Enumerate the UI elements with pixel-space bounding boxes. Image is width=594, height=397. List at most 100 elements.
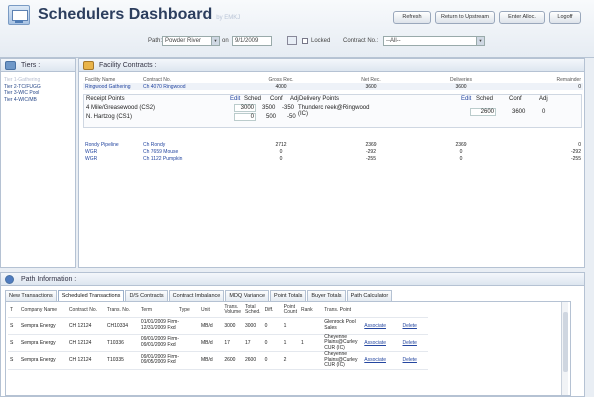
tab-buyer-totals[interactable]: Buyer Totals xyxy=(307,290,346,301)
delivery-sched-input[interactable]: 2600 xyxy=(470,108,496,116)
col-contract: Contract No. xyxy=(66,304,105,318)
receipt-sched-header: Sched xyxy=(244,96,262,102)
col-net-rec: Net Rec. xyxy=(361,76,381,83)
facility-name[interactable]: WGR xyxy=(83,155,141,162)
col-deliveries: Deliveries xyxy=(450,76,472,83)
col-contract-no: Contract No. xyxy=(143,76,172,83)
row-company: Sempra Energy xyxy=(18,334,67,352)
receipt-point-name: 4 Mile/Greasewood (CS2) xyxy=(86,105,156,111)
table-row[interactable]: Rondy Pipeline Ch Rondy 2712 2369 2369 0 xyxy=(83,141,583,148)
receipt-conf: 3500 xyxy=(262,105,276,111)
tab-scheduled-transactions[interactable]: Scheduled Transactions xyxy=(57,290,125,301)
receipt-edit-link[interactable]: Edit xyxy=(230,96,240,102)
gross-rec: 0 xyxy=(279,155,283,162)
receipt-conf: 500 xyxy=(266,114,277,120)
page-title: Schedulers Dashboard by EMKJ xyxy=(38,6,240,24)
grid-scrollbar[interactable] xyxy=(561,302,568,395)
contract-no[interactable]: Ch Rondy xyxy=(141,141,236,148)
delivery-edit-link[interactable]: Edit xyxy=(461,96,471,102)
locked-label: Locked xyxy=(311,38,331,44)
tab-point-totals[interactable]: Point Totals xyxy=(270,290,307,301)
table-row[interactable]: Ringwood Gathering Ch 4070 Ringwood 4000… xyxy=(83,83,583,90)
row-volume: 2600 xyxy=(222,351,243,370)
table-row[interactable]: S Sempra Energy CH 12124 T10335 09/01/20… xyxy=(8,351,428,370)
delivery-point-name: Thunderc reek@Ringwood (IC) xyxy=(298,105,370,117)
delete-link[interactable]: Delete xyxy=(400,334,428,352)
facility-table: Facility Name Contract No. Gross Rec. Ne… xyxy=(83,76,583,90)
row-rank xyxy=(298,317,323,335)
receipt-adj: -50 xyxy=(287,114,296,120)
app-window: Schedulers Dashboard by EMKJ Refresh Retu… xyxy=(0,0,594,397)
associate-link[interactable]: Associate xyxy=(362,317,401,335)
table-row[interactable]: S Sempra Energy CH 12124 CH10334 01/01/2… xyxy=(8,317,428,335)
chevron-down-icon: ▼ xyxy=(476,37,484,45)
tab-contract-imbalance[interactable]: Contract Imbalance xyxy=(168,290,225,301)
tiers-header: Tiers : xyxy=(1,59,75,72)
tab-new-transactions[interactable]: New Transactions xyxy=(5,290,57,301)
receipt-sched-input[interactable]: 3000 xyxy=(234,104,256,112)
table-row[interactable]: WGR Ch 7659 Mouse 0 -292 0 -292 xyxy=(83,148,583,155)
delete-link[interactable]: Delete xyxy=(400,351,428,370)
delete-link[interactable]: Delete xyxy=(400,317,428,335)
path-label: Path: xyxy=(148,38,163,44)
facility-rows-table: Rondy Pipeline Ch Rondy 2712 2369 2369 0… xyxy=(83,141,583,162)
receipt-adj: -350 xyxy=(282,105,295,111)
receipt-sched-input[interactable]: 0 xyxy=(234,113,256,121)
row-contract: CH 12124 xyxy=(66,317,105,335)
refresh-button[interactable]: Refresh xyxy=(393,11,431,24)
col-trans-no: Trans. No. xyxy=(104,304,139,318)
logoff-button[interactable]: Logoff xyxy=(549,11,581,24)
row-trans-no: T10336 xyxy=(104,334,139,352)
enter-alloc-button[interactable]: Enter Alloc. xyxy=(499,11,545,24)
row-trans-no: CH10334 xyxy=(104,317,139,335)
scrollbar-thumb[interactable] xyxy=(563,312,568,372)
row-unit: MB/d xyxy=(199,334,223,352)
table-row[interactable]: WGR Ch 1122 Pumpkin 0 -255 0 -255 xyxy=(83,155,583,162)
calendar-icon[interactable] xyxy=(287,36,297,45)
path-select[interactable]: Powder River ▼ xyxy=(162,36,220,46)
associate-link[interactable]: Associate xyxy=(362,334,401,352)
contract-select[interactable]: --All-- ▼ xyxy=(383,36,485,46)
row-trans-point: Cheyenne Plains@Curley CUR (IC) xyxy=(322,334,363,352)
col-total-sched: Total Sched. xyxy=(243,304,263,318)
path-information-panel: Path Information : New Transactions Sched… xyxy=(0,272,585,397)
table-row[interactable]: S Sempra Energy CH 12124 T10336 09/01/20… xyxy=(8,334,428,352)
contract-no[interactable]: Ch 7659 Mouse xyxy=(141,148,236,155)
row-trans-point: Glenrock Pool Sales xyxy=(322,317,363,335)
deliveries: 3600 xyxy=(455,83,467,90)
facility-header: Facility Contracts : xyxy=(79,59,584,72)
receipt-adj-header: Adj xyxy=(290,96,299,102)
facility-name[interactable]: Ringwood Gathering xyxy=(83,83,141,90)
dashboard-logo-icon xyxy=(8,5,30,25)
col-rank: Rank xyxy=(298,304,323,318)
row-sched: 3000 xyxy=(243,317,263,335)
locked-checkbox[interactable] xyxy=(302,38,308,44)
path-bar: Path: Powder River ▼ on 9/1/2009 Locked … xyxy=(0,34,594,48)
contract-select-value: --All-- xyxy=(386,38,401,44)
row-unit: MB/d xyxy=(199,351,223,370)
tiers-panel: Tiers : Tier 1-Gathering Tier 2-TC/FUGG … xyxy=(0,58,76,268)
tier-item[interactable]: Tier 4-WIC/MB xyxy=(1,97,75,104)
contract-no[interactable]: Ch 4070 Ringwood xyxy=(141,83,236,90)
row-trans-no: T10335 xyxy=(104,351,139,370)
facility-name[interactable]: WGR xyxy=(83,148,141,155)
path-info-header: Path Information : xyxy=(1,273,584,286)
contract-no[interactable]: Ch 1122 Pumpkin xyxy=(141,155,236,162)
row-type: S xyxy=(8,351,19,370)
tab-path-calculator[interactable]: Path Calculator xyxy=(346,290,393,301)
scheduled-transactions-grid: T Company Name Contract No. Trans. No. T… xyxy=(5,301,571,396)
row-company: Sempra Energy xyxy=(18,351,67,370)
col-trans-volume: Trans. Volume xyxy=(222,304,243,318)
return-upstream-button[interactable]: Return to Upstream xyxy=(435,11,495,24)
date-input[interactable]: 9/1/2009 xyxy=(232,36,272,46)
tab-mdq-variance[interactable]: MDQ Variance xyxy=(225,290,270,301)
deliveries: 2369 xyxy=(455,141,467,148)
facility-name[interactable]: Rondy Pipeline xyxy=(83,141,141,148)
row-count: 1 xyxy=(281,317,299,335)
net-rec: -292 xyxy=(365,148,376,155)
col-remainder: Remainder xyxy=(556,76,581,83)
row-term: 09/01/2009 Firm- 09/01/2009 Fxd xyxy=(138,334,199,352)
net-rec: 2369 xyxy=(365,141,377,148)
associate-link[interactable]: Associate xyxy=(362,351,401,370)
tab-ds-contracts[interactable]: D/S Contracts xyxy=(125,290,168,301)
